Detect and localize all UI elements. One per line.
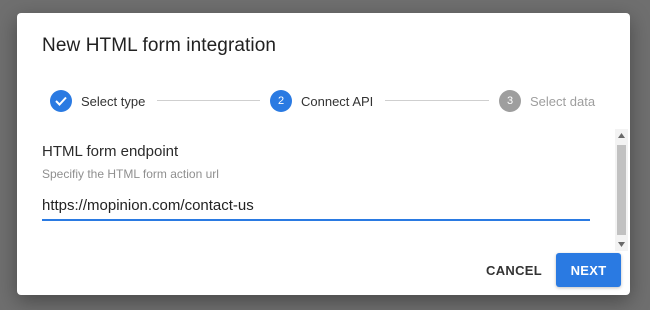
dialog-content: HTML form endpoint Specifiy the HTML for… (17, 129, 630, 251)
next-button[interactable]: NEXT (556, 253, 621, 287)
endpoint-input[interactable] (42, 191, 590, 221)
check-icon (55, 96, 67, 106)
step-label-select-data: Select data (530, 93, 596, 109)
cancel-button[interactable]: CANCEL (479, 253, 549, 287)
vertical-scrollbar[interactable] (615, 129, 628, 251)
step-connect-api: 2 Connect API (270, 89, 373, 113)
scroll-thumb[interactable] (617, 145, 626, 235)
step-completed-indicator (50, 90, 72, 112)
step-label-select-type: Select type (81, 93, 146, 109)
field-helper-text: Specifiy the HTML form action url (42, 167, 219, 181)
dialog-title: New HTML form integration (42, 35, 277, 56)
step-select-data: 3 Select data (499, 89, 595, 113)
scroll-down-arrow-icon[interactable] (615, 238, 628, 251)
scroll-up-arrow-icon[interactable] (615, 129, 628, 142)
step-number-badge: 2 (270, 90, 292, 112)
step-connector (157, 100, 260, 101)
step-number-badge: 3 (499, 90, 521, 112)
step-connector (385, 100, 489, 101)
field-title: HTML form endpoint (42, 143, 179, 160)
step-select-type: Select type (50, 89, 145, 113)
integration-dialog: New HTML form integration Select type 2 … (17, 13, 630, 295)
step-label-connect-api: Connect API (301, 93, 374, 109)
